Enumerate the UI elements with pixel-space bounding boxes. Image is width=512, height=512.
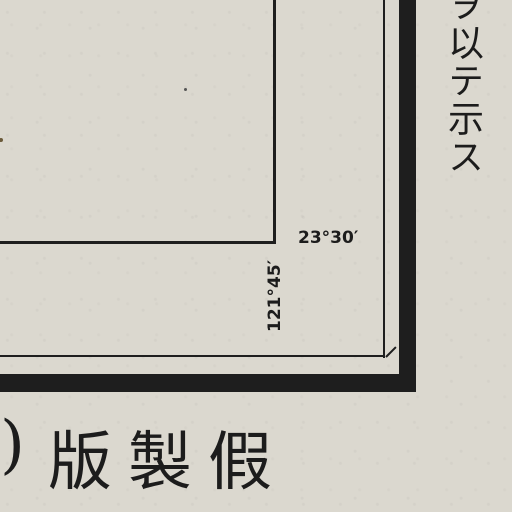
outer-border-horizontal: [0, 374, 416, 392]
edition-label: 版製假: [48, 426, 288, 500]
neatline-horizontal: [0, 355, 385, 357]
edition-parenthesis: ): [0, 408, 25, 482]
margin-note: ヲ以テ示ス: [442, 0, 483, 176]
inner-frame-horizontal-line: [0, 241, 276, 244]
inner-frame-vertical-line: [273, 0, 276, 244]
outer-border-vertical: [399, 0, 416, 392]
corner-tick-mark: [385, 346, 397, 358]
map-symbol-dot: [184, 88, 187, 91]
latitude-label: 23°30′: [298, 228, 359, 248]
map-symbol-dot: [0, 138, 3, 142]
neatline-vertical: [383, 0, 385, 358]
map-sheet: 23°30′ 121°45′ ヲ以テ示ス ) 版製假: [0, 0, 512, 512]
longitude-label: 121°45′: [265, 259, 285, 333]
